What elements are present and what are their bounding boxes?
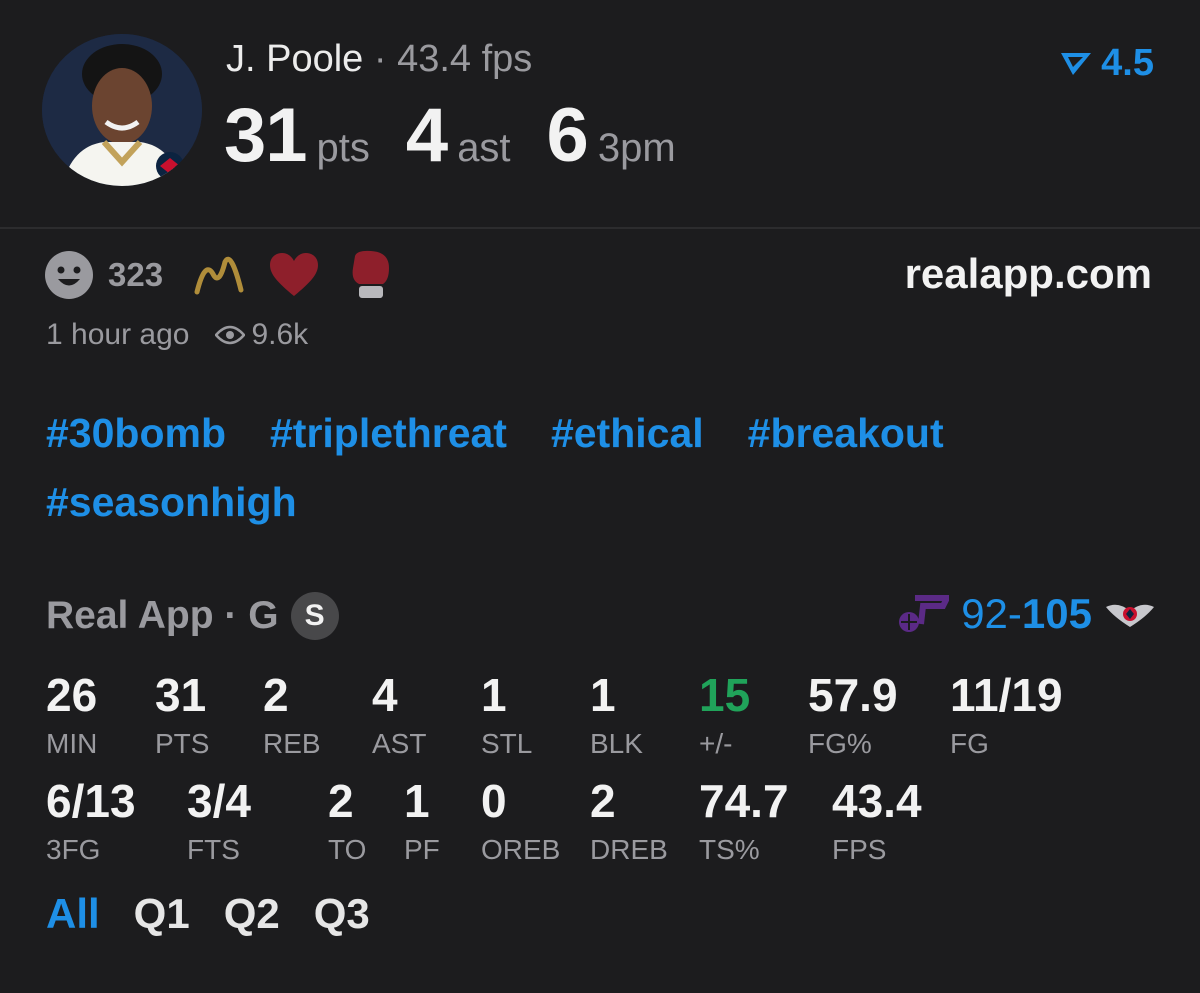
stat-plus-minus: 15 +/- — [699, 672, 750, 760]
stat-value: 11/19 — [950, 669, 1063, 721]
stat-label: DREB — [590, 834, 668, 865]
stat-value: 0 — [481, 775, 507, 827]
stat-value: 2 — [590, 775, 616, 827]
stat-label: PTS — [155, 728, 210, 759]
stat-value: 26 — [46, 669, 98, 721]
heart-reaction-icon[interactable] — [269, 252, 319, 298]
post-time: 1 hour ago — [46, 318, 190, 351]
away-score: 92 — [961, 590, 1008, 637]
away-team-logo-icon — [899, 595, 950, 632]
stat-label: FPS — [832, 834, 887, 865]
site-link[interactable]: realapp.com — [905, 250, 1152, 298]
source-label: Real App · G S — [46, 592, 339, 640]
headline-assists-value: 4 — [405, 93, 448, 178]
gold-squiggle-reaction-icon[interactable] — [193, 252, 245, 298]
hashtag[interactable]: #30bomb — [46, 410, 226, 457]
headline-assists-unit: ast — [457, 126, 511, 170]
hashtag[interactable]: #ethical — [551, 410, 704, 457]
headline-stats: 31 pts 4 ast 6 3pm — [224, 92, 712, 179]
reactions-bar: 323 — [44, 250, 393, 300]
name-separator: · — [373, 38, 387, 80]
source-text: Real App · G — [46, 594, 279, 637]
view-count: 9.6k — [215, 318, 308, 352]
boxing-glove-reaction-icon[interactable] — [349, 250, 393, 300]
stat-value: 1 — [404, 775, 430, 827]
player-fps: 43.4 fps — [397, 38, 533, 80]
player-avatar[interactable] — [42, 34, 202, 186]
stat-value: 4 — [372, 669, 398, 721]
hashtag[interactable]: #breakout — [748, 410, 944, 457]
stat-value: 6/13 — [46, 775, 136, 827]
stat-label: REB — [263, 728, 321, 759]
view-count-value: 9.6k — [251, 318, 309, 351]
stat-label: TS% — [699, 834, 760, 865]
boost-icon — [1061, 52, 1092, 75]
game-score[interactable]: 92-105 — [893, 590, 1156, 638]
stat-label: BLK — [590, 728, 643, 759]
home-score: 105 — [1021, 590, 1092, 637]
stat-ast: 4 AST — [372, 672, 426, 760]
stat-fps: 43.4 FPS — [832, 778, 922, 866]
stat-label: TO — [328, 834, 367, 865]
quarter-tabs: All Q1 Q2 Q3 — [46, 890, 370, 938]
hashtag[interactable]: #seasonhigh — [46, 479, 297, 526]
home-team-logo-icon — [1106, 604, 1154, 627]
stat-label: 3FG — [46, 834, 101, 865]
stat-label: PF — [404, 834, 440, 865]
source-badge: S — [290, 592, 339, 640]
eye-icon — [215, 325, 246, 345]
stat-label: OREB — [481, 834, 561, 865]
headline-threes-value: 6 — [546, 93, 589, 178]
reaction-count: 323 — [108, 256, 164, 293]
tab-q1[interactable]: Q1 — [134, 890, 190, 938]
stat-3fg: 6/13 3FG — [46, 778, 136, 866]
stat-value: 43.4 — [832, 775, 922, 827]
stat-value: 1 — [590, 669, 616, 721]
stat-value: 74.7 — [699, 775, 789, 827]
hashtag[interactable]: #triplethreat — [270, 410, 507, 457]
stat-label: STL — [481, 728, 533, 759]
header-divider — [0, 227, 1200, 229]
player-name[interactable]: J. Poole — [226, 38, 363, 80]
headline-points-value: 31 — [224, 93, 308, 178]
stat-label: FG — [950, 728, 989, 759]
stat-value: 2 — [263, 669, 289, 721]
stat-label: FTS — [187, 834, 240, 865]
stat-reb: 2 REB — [263, 672, 321, 760]
stat-to: 2 TO — [328, 778, 366, 866]
stat-value: 3/4 — [187, 775, 251, 827]
stat-label: FG% — [808, 728, 872, 759]
tab-q2[interactable]: Q2 — [224, 890, 280, 938]
stat-value: 1 — [481, 669, 507, 721]
stat-stl: 1 STL — [481, 672, 532, 760]
stat-fg-pct: 57.9 FG% — [808, 672, 898, 760]
stat-value: 57.9 — [808, 669, 898, 721]
tab-q3[interactable]: Q3 — [314, 890, 370, 938]
stat-fg: 11/19 FG — [950, 672, 1063, 760]
stat-fts: 3/4 FTS — [187, 778, 251, 866]
post-meta: 1 hour ago 9.6k — [46, 318, 308, 352]
smiley-reaction-icon[interactable] — [44, 250, 94, 300]
stat-label: +/- — [699, 728, 733, 759]
stat-pf: 1 PF — [404, 778, 440, 866]
stat-value: 2 — [328, 775, 354, 827]
boost-value: 4.5 — [1101, 42, 1154, 84]
hashtag-list: #30bomb #triplethreat #ethical #breakout #se… — [46, 410, 1156, 548]
score-dash: - — [1007, 590, 1022, 637]
stat-label: AST — [372, 728, 427, 759]
stat-min: 26 MIN — [46, 672, 97, 760]
tab-all[interactable]: All — [46, 890, 100, 938]
stat-blk: 1 BLK — [590, 672, 643, 760]
boost-button[interactable]: 4.5 — [1059, 42, 1154, 85]
headline-threes-unit: 3pm — [597, 126, 676, 170]
stat-value: 31 — [155, 669, 207, 721]
stat-label: MIN — [46, 728, 98, 759]
player-name-line: J. Poole · 43.4 fps — [226, 38, 532, 81]
stat-value: 15 — [699, 669, 751, 721]
headline-points-unit: pts — [316, 126, 370, 170]
stat-pts: 31 PTS — [155, 672, 209, 760]
stat-ts-pct: 74.7 TS% — [699, 778, 789, 866]
stat-dreb: 2 DREB — [590, 778, 668, 866]
stat-oreb: 0 OREB — [481, 778, 560, 866]
